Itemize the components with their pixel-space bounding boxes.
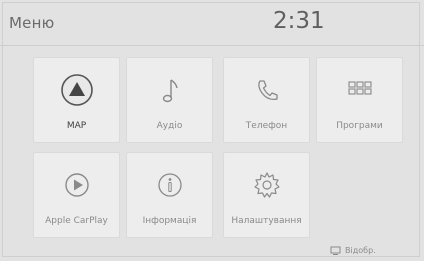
tile-phone[interactable]: Телефон	[223, 57, 310, 143]
info-icon	[127, 167, 212, 203]
page-title: Меню	[9, 14, 55, 32]
header-bar: Меню 2:31	[0, 0, 424, 46]
tile-carplay[interactable]: Apple CarPlay	[33, 152, 120, 238]
carplay-icon	[34, 167, 119, 203]
tile-settings-label: Налаштування	[231, 216, 302, 226]
clock: 2:31	[273, 8, 325, 34]
settings-gear-icon	[224, 167, 309, 203]
header-divider	[0, 45, 424, 46]
map-icon	[34, 72, 119, 108]
tile-apps[interactable]: Програми	[316, 57, 403, 143]
tile-settings[interactable]: Налаштування	[223, 152, 310, 238]
tile-audio[interactable]: Аудіо	[126, 57, 213, 143]
tile-map-label: MAP	[66, 121, 87, 131]
tile-info-label: Інформація	[142, 216, 197, 226]
display-button[interactable]: Відобр.	[330, 246, 376, 255]
display-button-label: Відобр.	[345, 246, 376, 255]
tile-apps-label: Програми	[336, 121, 383, 131]
tile-audio-label: Аудіо	[156, 121, 183, 131]
music-note-icon	[127, 72, 212, 108]
phone-icon	[224, 72, 309, 108]
menu-screen: Меню 2:31 MAP Аудіо Телефон Програми App…	[0, 0, 424, 261]
tile-map[interactable]: MAP	[33, 57, 120, 143]
tile-info[interactable]: Інформація	[126, 152, 213, 238]
apps-grid-icon	[317, 72, 402, 108]
tile-phone-label: Телефон	[245, 121, 288, 131]
tile-carplay-label: Apple CarPlay	[45, 216, 108, 226]
display-toggle-icon	[330, 246, 341, 255]
